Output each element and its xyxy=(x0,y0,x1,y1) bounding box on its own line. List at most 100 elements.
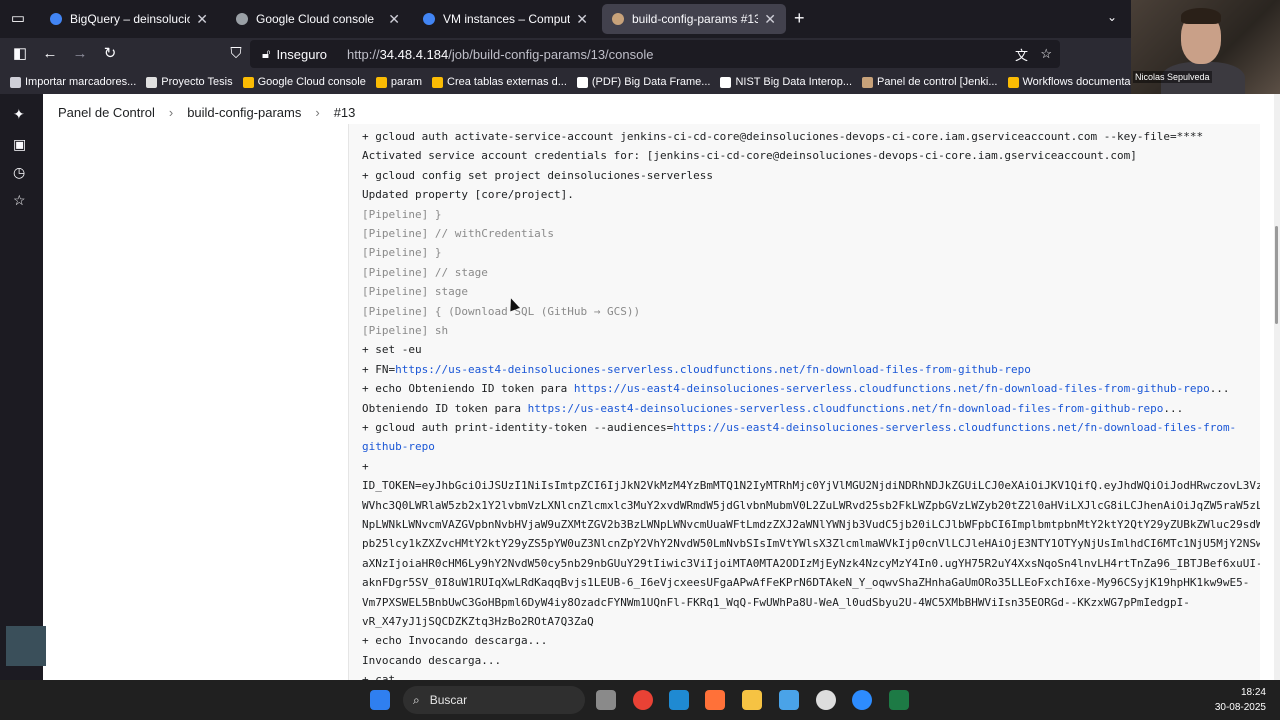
bookmark-item[interactable]: NIST Big Data Interop... xyxy=(720,76,852,88)
file-explorer-icon[interactable] xyxy=(742,690,762,710)
bookmark-label: param xyxy=(390,76,423,88)
breadcrumb-build[interactable]: #13 xyxy=(334,105,356,120)
new-tab-button[interactable]: + xyxy=(794,8,805,29)
back-icon[interactable]: ← xyxy=(40,44,60,64)
tab-vm-instances[interactable]: VM instances – Compute Engine ✕ xyxy=(413,4,598,34)
obs-icon[interactable] xyxy=(816,690,836,710)
console-link[interactable]: https://us-east4-deinsoluciones-serverle… xyxy=(528,402,1164,415)
bookmark-item[interactable]: param xyxy=(375,76,423,88)
console-text: [Pipeline] // withCredentials xyxy=(362,227,555,240)
task-view-icon[interactable] xyxy=(596,690,616,710)
bookmark-favicon-icon xyxy=(862,76,874,88)
bookmarks-star-icon[interactable]: ☆ xyxy=(13,192,26,209)
synced-tabs-icon[interactable]: ▣ xyxy=(13,136,26,153)
console-text: + gcloud auth activate-service-account j… xyxy=(362,130,1204,143)
url-text[interactable]: http://34.48.4.184/job/build-config-para… xyxy=(347,47,653,62)
breadcrumb-home[interactable]: Panel de Control xyxy=(58,105,155,120)
bookmark-item[interactable]: Proyecto Tesis xyxy=(146,76,233,88)
tab-title: build-config-params #13 Conso xyxy=(632,12,759,26)
bookmark-label: NIST Big Data Interop... xyxy=(735,76,853,88)
console-link[interactable]: https://us-east4-deinsoluciones-serverle… xyxy=(574,382,1210,395)
bookmark-label: (PDF) Big Data Frame... xyxy=(591,76,711,88)
console-line: + xyxy=(362,460,369,473)
console-line: + gcloud config set project deinsolucion… xyxy=(362,169,713,182)
breadcrumb: Panel de Control › build-config-params ›… xyxy=(58,105,355,120)
console-text: + gcloud config set project deinsolucion… xyxy=(362,168,713,182)
console-text: + echo Invocando descarga... xyxy=(362,634,548,648)
vscode-icon[interactable] xyxy=(669,690,689,710)
console-text: Invocando descarga... xyxy=(362,653,502,667)
console-link[interactable]: https://us-east4-deinsoluciones-serverle… xyxy=(395,363,1031,376)
console-text: + gcloud auth print-identity-token --aud… xyxy=(362,421,674,434)
scrollbar-thumb[interactable] xyxy=(1275,226,1278,324)
bookmark-item[interactable]: Crea tablas externas d... xyxy=(432,76,567,88)
tab-bigquery[interactable]: BigQuery – deinsoluciones-serv ✕ xyxy=(40,4,218,34)
console-text: [Pipeline] // stage xyxy=(362,265,488,279)
console-line: Updated property [core/project]. xyxy=(362,188,574,201)
bookmark-label: Proyecto Tesis xyxy=(161,76,233,88)
scrollbar[interactable] xyxy=(1274,94,1280,680)
firefox-view-icon[interactable]: ▭ xyxy=(8,9,28,29)
close-icon[interactable]: ✕ xyxy=(388,11,400,28)
forward-icon[interactable]: → xyxy=(70,44,90,64)
console-line: pb25lcy1kZXZvcHMtY2ktY29yZS5pYW0uZ3NlcnZ… xyxy=(362,537,1260,550)
tab-google-cloud-console[interactable]: Google Cloud console ✕ xyxy=(226,4,410,34)
lock-strikethrough-icon: 🔓︎ xyxy=(262,46,271,61)
bookmark-item[interactable]: Workflows documenta... xyxy=(1007,76,1140,88)
zoom-icon[interactable] xyxy=(852,690,872,710)
security-indicator[interactable]: 🔓︎ Inseguro xyxy=(262,46,327,62)
close-icon[interactable]: ✕ xyxy=(576,11,588,28)
console-line: + FN=https://us-east4-deinsoluciones-ser… xyxy=(362,363,1031,376)
url-path: /job/build-config-params/13/console xyxy=(448,46,654,62)
console-link[interactable]: https://us-east4-deinsoluciones-serverle… xyxy=(673,421,1236,434)
tab-bar: ▭ BigQuery – deinsoluciones-serv ✕ Googl… xyxy=(0,0,1280,38)
tab-build-config-params[interactable]: build-config-params #13 Conso ✕ xyxy=(602,4,786,34)
bookmark-star-icon[interactable]: ☆ xyxy=(1040,46,1052,62)
bookmark-favicon-icon xyxy=(720,76,732,88)
close-icon[interactable]: ✕ xyxy=(196,11,208,28)
history-icon[interactable]: ◷ xyxy=(13,164,25,181)
console-text: Obteniendo ID token para xyxy=(362,401,528,415)
webcam-overlay: Nicolas Sepulveda xyxy=(1131,0,1280,94)
console-line: ID_TOKEN=eyJhbGciOiJSUzI1NiIsImtpZCI6IjJ… xyxy=(362,479,1260,492)
url-host: 34.48.4.184 xyxy=(379,46,449,62)
reload-icon[interactable]: ↻ xyxy=(100,44,120,64)
tab-title: BigQuery – deinsoluciones-serv xyxy=(70,12,191,26)
sidebar-toggle-icon[interactable]: ◧ xyxy=(10,44,30,64)
firefox-icon[interactable] xyxy=(705,690,725,710)
console-line: Invocando descarga... xyxy=(362,654,501,667)
translate-icon[interactable]: 文 xyxy=(1015,45,1028,64)
bookmark-item[interactable]: (PDF) Big Data Frame... xyxy=(576,76,711,88)
console-link[interactable]: github-repo xyxy=(362,440,435,453)
console-text: aXNzIjoiaHR0cHM6Ly9hY2NvdW50cy5nb29nbGUu… xyxy=(362,556,1260,570)
console-line: aknFDgr5SV_0I8uW1RUIqXwLRdKaqqBvjs1LEUB-… xyxy=(362,576,1249,589)
notepad-icon[interactable] xyxy=(779,690,799,710)
system-clock[interactable]: 18:24 30-08-2025 xyxy=(1196,685,1266,715)
console-line: WVhc3Q0LWRlaW5zb2x1Y2lvbmVzLXNlcnZlcmxlc… xyxy=(362,499,1260,512)
console-line: [Pipeline] } xyxy=(362,208,441,221)
console-line: [Pipeline] // stage xyxy=(362,266,488,279)
shield-icon[interactable]: ⛉ xyxy=(226,44,246,64)
bookmark-item[interactable]: Importar marcadores... xyxy=(10,76,136,88)
bookmark-item[interactable]: Google Cloud console xyxy=(242,76,366,88)
console-text: [Pipeline] } xyxy=(362,207,442,221)
console-line: + gcloud auth activate-service-account j… xyxy=(362,130,1203,143)
compute-engine-icon xyxy=(423,13,435,25)
bigquery-icon xyxy=(50,13,62,25)
console-text: NpLWNkLWNvcmVAZGVpbnNvbHVjaW9uZXMtZGV2b3… xyxy=(362,518,1260,531)
console-line: Obteniendo ID token para https://us-east… xyxy=(362,402,1183,415)
close-icon[interactable]: ✕ xyxy=(764,11,776,28)
windows-start-icon[interactable] xyxy=(370,690,390,710)
bookmark-item[interactable]: Panel de control [Jenki... xyxy=(862,76,998,88)
url-bar[interactable]: 🔓︎ Inseguro http://34.48.4.184/job/build… xyxy=(250,40,1060,68)
breadcrumb-job[interactable]: build-config-params xyxy=(187,105,301,120)
console-line: aXNzIjoiaHR0cHM6Ly9hY2NvdW50cy5nb29nbGUu… xyxy=(362,557,1260,570)
ai-chatbot-icon[interactable]: ✦ xyxy=(13,106,25,123)
console-output[interactable]: + gcloud auth activate-service-account j… xyxy=(348,124,1260,684)
console-text: vR_X47yJ1jSQCDZKZtq3HzBo2ROtA7Q3ZaQ xyxy=(362,615,594,628)
tab-list-chevron-icon[interactable]: ⌄ xyxy=(1107,10,1117,24)
excel-icon[interactable] xyxy=(889,690,909,710)
chrome-icon[interactable] xyxy=(633,690,653,710)
taskbar-search[interactable]: ⌕ Buscar xyxy=(403,686,585,714)
console-text: [Pipeline] sh xyxy=(362,324,449,337)
